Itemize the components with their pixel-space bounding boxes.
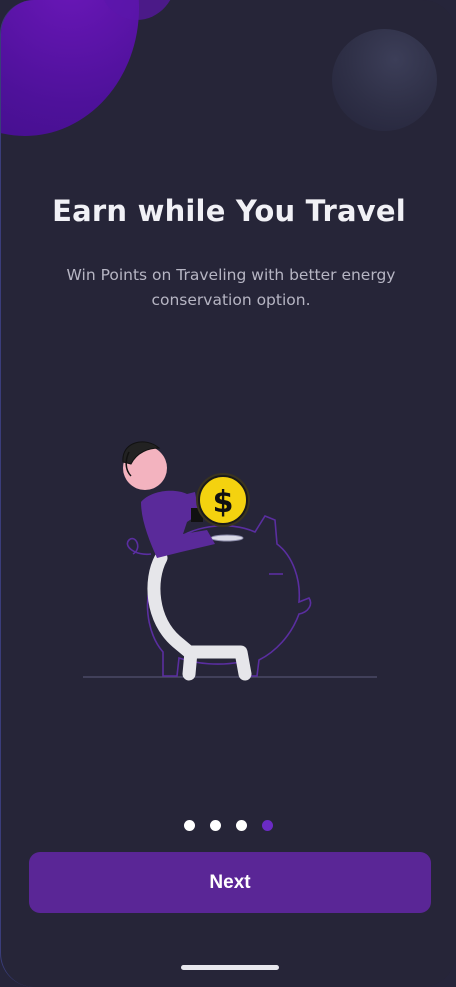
- page-dot-3[interactable]: [236, 820, 247, 831]
- decorative-orb-top-right: [332, 29, 437, 131]
- page-dot-1[interactable]: [184, 820, 195, 831]
- page-dot-4-active[interactable]: [262, 820, 273, 831]
- piggy-bank-coin-illustration: $: [83, 441, 377, 681]
- decorative-blob-top-left: [1, 0, 139, 136]
- page-dot-2[interactable]: [210, 820, 221, 831]
- coin-dollar-symbol: $: [213, 485, 234, 520]
- home-indicator[interactable]: [181, 965, 279, 970]
- next-button[interactable]: Next: [29, 852, 431, 913]
- onboarding-subtitle: Win Points on Traveling with better ener…: [66, 266, 396, 309]
- pagination-dots: [184, 820, 273, 832]
- piggy-tail: [126, 537, 152, 556]
- onboarding-title: Earn while You Travel: [52, 194, 406, 228]
- coin-slot: [210, 534, 244, 542]
- onboarding-screen: Earn while You Travel Win Points on Trav…: [0, 0, 456, 987]
